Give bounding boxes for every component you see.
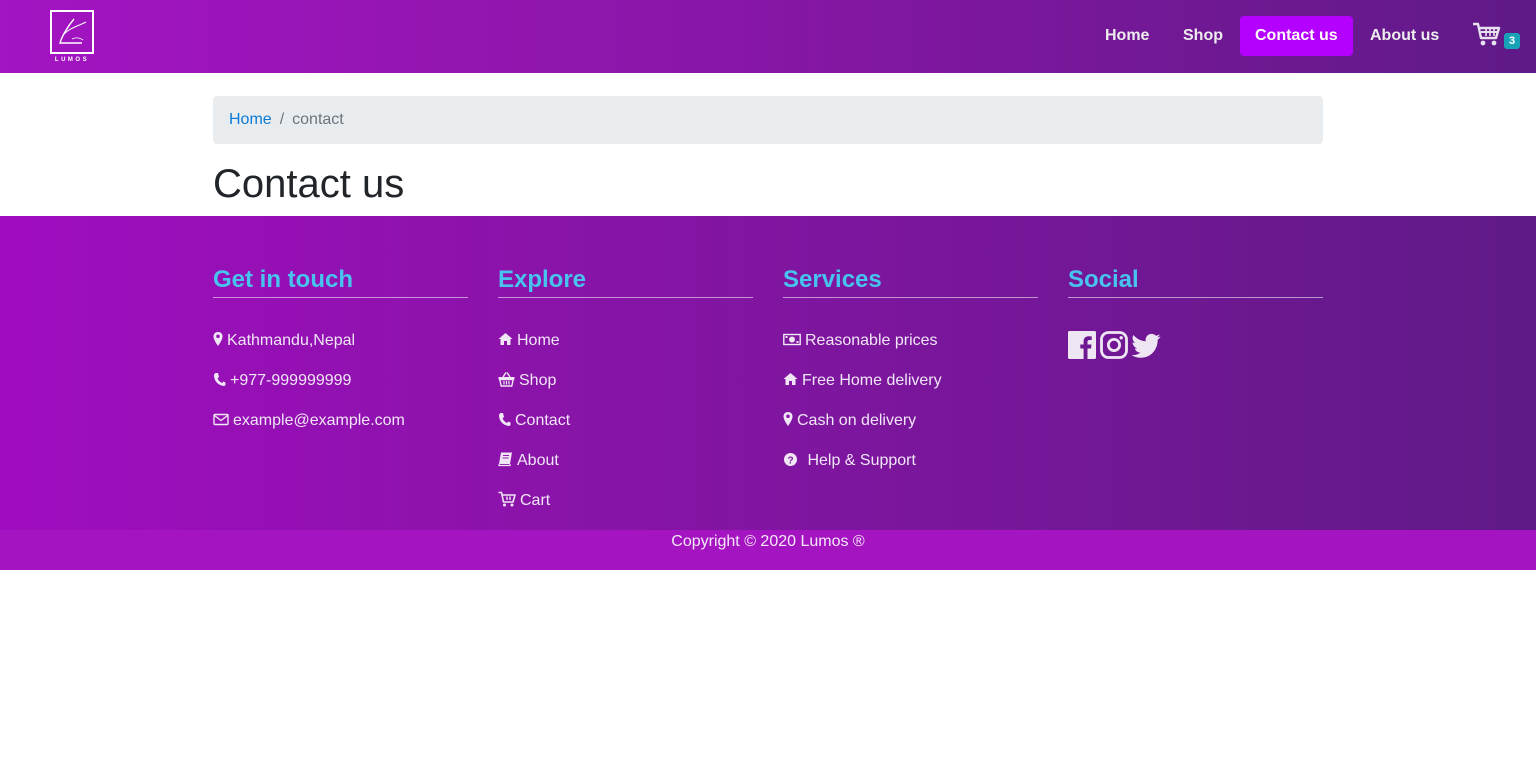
envelope-icon <box>213 411 229 427</box>
footer-heading-services: Services <box>783 264 1038 298</box>
brand-name: LUMOS <box>54 57 90 63</box>
footer-heading-social: Social <box>1068 264 1323 298</box>
phone-icon <box>498 411 511 427</box>
service-help-support[interactable]: ? Help & Support <box>783 451 1038 491</box>
explore-link-home[interactable]: Home <box>498 331 753 371</box>
explore-link-shop[interactable]: Shop <box>498 371 753 411</box>
contact-email: example@example.com <box>213 411 468 451</box>
explore-link-contact-label: Contact <box>515 412 571 429</box>
navbar: LUMOS Home Shop Contact us About us 3 <box>0 0 1536 73</box>
footer-heading-get-in-touch: Get in touch <box>213 264 468 298</box>
service-free-home-delivery-label: Free Home delivery <box>802 372 942 389</box>
copyright-bar: Copyright © 2020 Lumos ® <box>0 530 1536 570</box>
service-free-home-delivery: Free Home delivery <box>783 371 1038 411</box>
service-cash-on-delivery-label: Cash on delivery <box>797 412 917 429</box>
service-cash-on-delivery: Cash on delivery <box>783 411 1038 451</box>
copyright-text: Copyright © 2020 Lumos ® <box>671 533 865 550</box>
contact-phone-text: +977-999999999 <box>230 372 352 389</box>
instagram-icon[interactable] <box>1100 331 1128 364</box>
phone-icon <box>213 371 226 387</box>
breadcrumb-current: contact <box>292 111 344 128</box>
footer-col-services: Services Reasonable prices Free Home del… <box>783 264 1038 491</box>
explore-link-contact[interactable]: Contact <box>498 411 753 451</box>
map-marker-icon <box>213 331 223 347</box>
footer: Get in touch Kathmandu,Nepal +977-999999… <box>0 216 1536 530</box>
money-icon <box>783 331 801 347</box>
cart-icon <box>1473 22 1501 46</box>
cart-button[interactable]: 3 <box>1472 22 1522 52</box>
question-circle-icon: ? <box>783 451 799 467</box>
nav-about-us[interactable]: About us <box>1355 16 1454 56</box>
map-marker-icon <box>783 411 793 427</box>
contact-email-text[interactable]: example@example.com <box>233 411 405 431</box>
contact-phone: +977-999999999 <box>213 371 468 411</box>
footer-col-get-in-touch: Get in touch Kathmandu,Nepal +977-999999… <box>213 264 468 451</box>
explore-link-cart[interactable]: Cart <box>498 491 753 531</box>
page-title: Contact us <box>213 162 405 206</box>
contact-address-text: Kathmandu,Nepal <box>227 332 356 349</box>
cart-icon <box>498 491 516 507</box>
book-icon <box>498 451 513 467</box>
service-help-support-label: Help & Support <box>803 452 916 469</box>
footer-col-explore: Explore Home Shop Contact About Cart <box>498 264 753 531</box>
cart-count-badge: 3 <box>1504 33 1520 49</box>
explore-link-cart-label: Cart <box>520 492 551 509</box>
brand-logo[interactable]: LUMOS <box>50 10 94 66</box>
nav-shop[interactable]: Shop <box>1168 16 1238 56</box>
service-reasonable-prices-label: Reasonable prices <box>805 332 938 349</box>
explore-link-about-label: About <box>517 452 559 469</box>
explore-link-shop-label: Shop <box>519 372 557 389</box>
breadcrumb-separator: / <box>279 111 285 128</box>
facebook-icon[interactable] <box>1068 331 1096 364</box>
service-reasonable-prices: Reasonable prices <box>783 331 1038 371</box>
contact-address: Kathmandu,Nepal <box>213 331 468 371</box>
explore-link-about[interactable]: About <box>498 451 753 491</box>
footer-heading-explore: Explore <box>498 264 753 298</box>
svg-text:?: ? <box>787 455 793 466</box>
basket-icon <box>498 371 515 387</box>
nav-contact-us[interactable]: Contact us <box>1240 16 1353 56</box>
twitter-icon[interactable] <box>1131 331 1162 364</box>
breadcrumb-home-link[interactable]: Home <box>229 111 272 129</box>
explore-link-home-label: Home <box>517 332 560 349</box>
footer-col-social: Social <box>1068 264 1323 364</box>
home-icon <box>498 331 513 347</box>
breadcrumb: Home / contact <box>213 96 1323 144</box>
lumos-l-icon <box>59 18 87 44</box>
nav-home[interactable]: Home <box>1090 16 1164 56</box>
logo-mark <box>50 10 94 54</box>
home-icon <box>783 371 798 387</box>
